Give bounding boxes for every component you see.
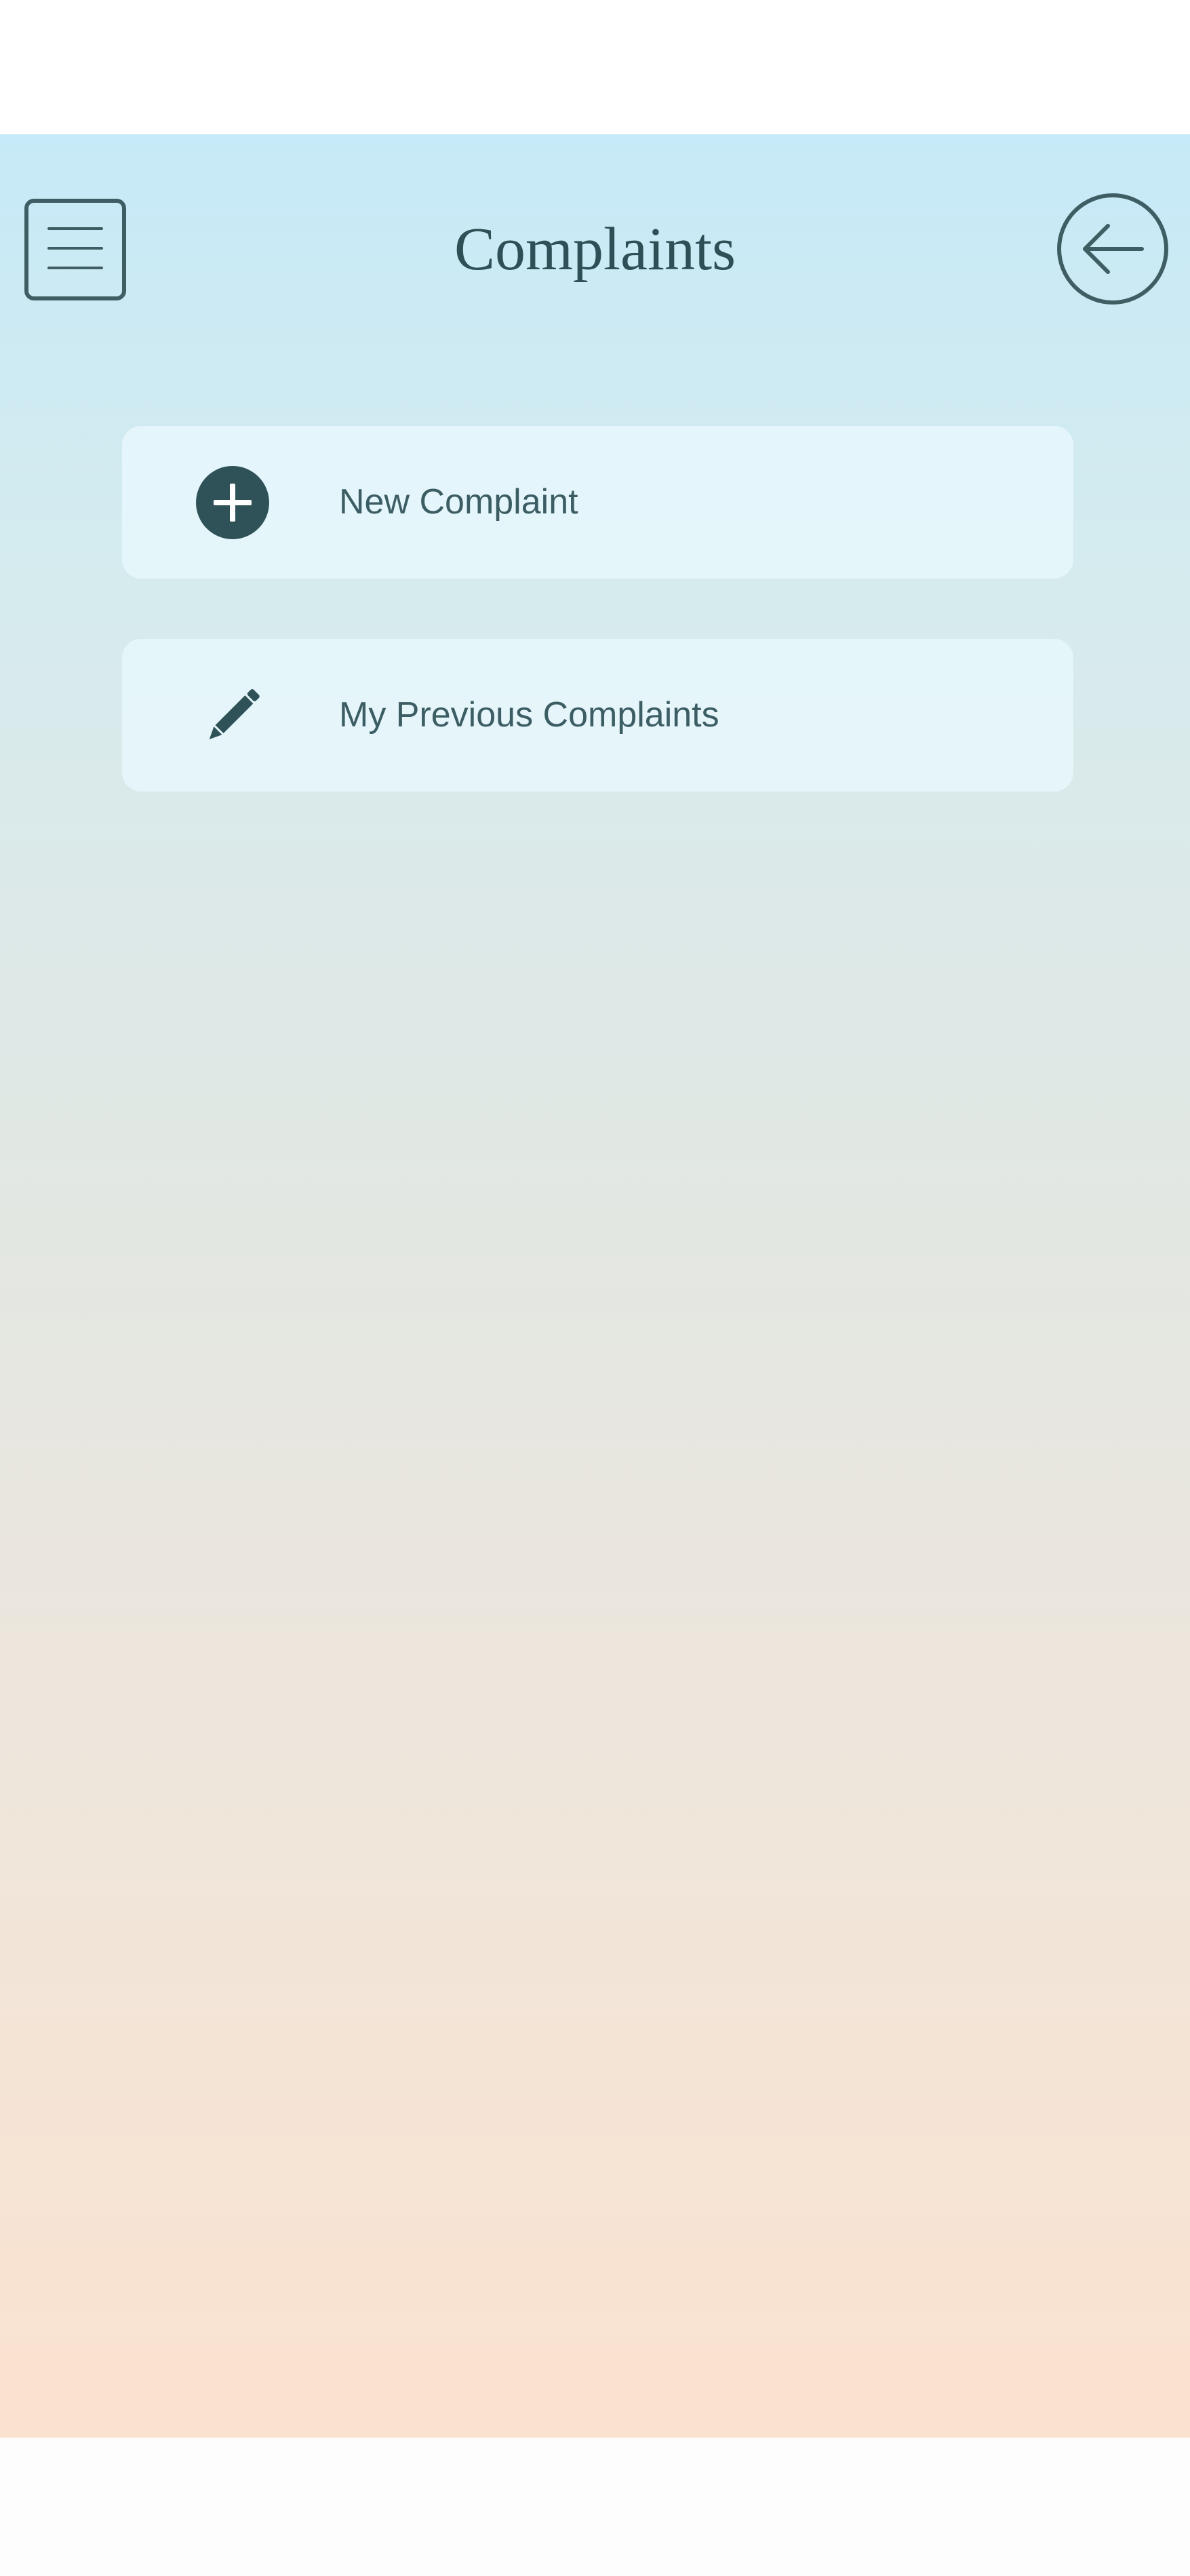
page-title: Complaints <box>454 216 736 283</box>
navigation-bar-area <box>0 2438 1190 2576</box>
previous-complaints-label: My Previous Complaints <box>339 695 719 735</box>
status-bar-area <box>0 0 1190 134</box>
new-complaint-button[interactable]: New Complaint <box>122 426 1073 579</box>
previous-complaints-button[interactable]: My Previous Complaints <box>122 639 1073 792</box>
pencil-icon <box>195 678 270 753</box>
complaints-screen: Complaints New Complaint My Previous Com… <box>0 134 1190 2438</box>
new-complaint-label: New Complaint <box>339 482 578 522</box>
arrow-left-circle-icon <box>1057 193 1168 305</box>
back-button[interactable] <box>1055 191 1170 307</box>
plus-circle-icon <box>195 465 270 540</box>
